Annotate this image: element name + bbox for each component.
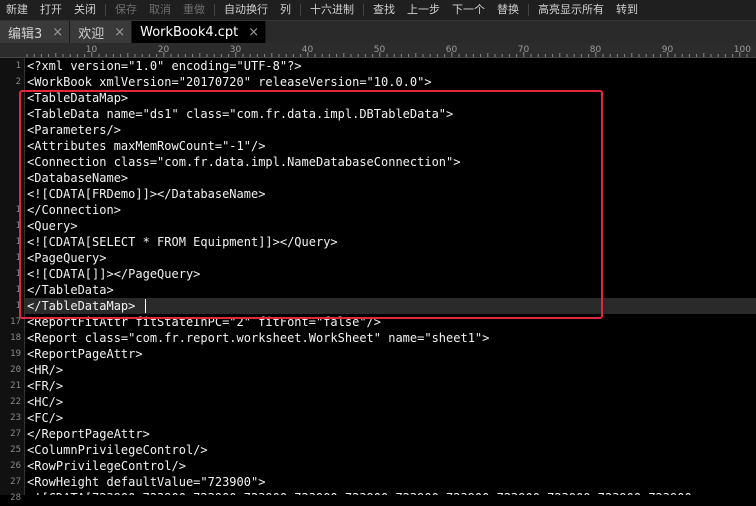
code-line[interactable]: <WorkBook xmlVersion="20170720" releaseV…	[27, 74, 432, 90]
toolbar-separator	[528, 4, 529, 16]
ruler-label: 20	[158, 45, 170, 55]
line-number: 22	[10, 397, 21, 407]
close-icon[interactable]: ×	[248, 25, 259, 40]
tab-label: WorkBook4.cpt	[140, 24, 239, 40]
toolbar-button-0[interactable]: 新建	[0, 0, 34, 20]
code-line[interactable]: </TableData>	[27, 282, 114, 298]
line-number: 27	[10, 429, 21, 439]
line-number: 17	[10, 317, 21, 327]
toolbar: 新建 打开 关闭 保存 取消 重做 自动换行列十六进制 查找 上一步 下一个 替换 高亮显示所有 转到	[0, 0, 756, 21]
toolbar-button-14[interactable]: 转到	[610, 0, 644, 20]
editor-tab-2[interactable]: WorkBook4.cpt ×	[132, 21, 267, 43]
ruler-label: 50	[374, 45, 386, 55]
code-line[interactable]: <TableDataMap>	[27, 90, 128, 106]
ruler-graphic: 10 20 30 40 50 60 70 80 90 100	[26, 45, 751, 57]
code-line[interactable]: <ReportFitAttr fitStateInPC="2" fitFont=…	[27, 314, 381, 330]
code-line[interactable]: <PageQuery>	[27, 250, 106, 266]
code-line[interactable]: </Connection>	[27, 202, 121, 218]
line-number: 21	[10, 381, 21, 391]
code-line[interactable]: <![CDATA[]]></PageQuery>	[27, 266, 200, 282]
code-line[interactable]: <RowHeight defaultValue="723900">	[27, 474, 265, 490]
code-line[interactable]: <HR/>	[27, 362, 63, 378]
toolbar-button-1[interactable]: 打开	[34, 0, 68, 20]
line-number: 1	[15, 221, 21, 231]
code-line[interactable]: <Attributes maxMemRowCount="-1"/>	[27, 138, 265, 154]
line-number-gutter: 1 2 1 1 1 1 1 1 1 17 18 19 20 21 22 23 27 25 26 27 28	[0, 58, 25, 503]
code-line[interactable]: <![CDATA[723900,723900,723900,723900,723…	[27, 490, 692, 495]
line-number: 1	[15, 237, 21, 247]
code-line[interactable]: <?xml version="1.0" encoding="UTF-8"?>	[27, 58, 302, 74]
code-line[interactable]: <DatabaseName>	[27, 170, 128, 186]
toolbar-button-10[interactable]: 上一步	[401, 0, 446, 20]
line-number: 1	[15, 285, 21, 295]
line-number: 25	[10, 445, 21, 455]
code-line[interactable]: <![CDATA[SELECT * FROM Equipment]]></Que…	[27, 234, 338, 250]
toolbar-separator	[363, 4, 364, 16]
toolbar-button-5[interactable]: 重做	[177, 0, 211, 20]
line-number: 20	[10, 365, 21, 375]
editor-tab-1[interactable]: 欢迎 ×	[70, 21, 133, 43]
toolbar-separator	[105, 4, 106, 16]
code-line[interactable]: <FR/>	[27, 378, 63, 394]
tab-label: 欢迎	[78, 26, 105, 42]
toolbar-button-3[interactable]: 保存	[109, 0, 143, 20]
line-number: 28	[10, 493, 21, 503]
line-number: 27	[10, 477, 21, 487]
line-number: 18	[10, 333, 21, 343]
toolbar-button-2[interactable]: 关闭	[68, 0, 102, 20]
toolbar-button-7[interactable]: 列	[274, 0, 297, 20]
toolbar-separator	[300, 4, 301, 16]
toolbar-separator	[214, 4, 215, 16]
toolbar-button-8[interactable]: 十六进制	[304, 0, 360, 20]
code-line[interactable]: <RowPrivilegeControl/>	[27, 458, 186, 474]
column-ruler: 10 20 30 40 50 60 70 80 90 100	[0, 43, 756, 58]
close-icon[interactable]: ×	[52, 25, 63, 40]
ruler-label: 10	[86, 45, 98, 55]
code-line[interactable]: <FC/>	[27, 410, 63, 426]
line-number: 1	[15, 269, 21, 279]
line-number: 1	[15, 301, 21, 311]
code-line[interactable]: <Connection class="com.fr.data.impl.Name…	[27, 154, 460, 170]
code-line[interactable]: </TableDataMap>	[27, 298, 135, 314]
tab-bar: 编辑3 × 欢迎 × WorkBook4.cpt ×	[0, 21, 756, 43]
code-line[interactable]: <HC/>	[27, 394, 63, 410]
code-line[interactable]: </ReportPageAttr>	[27, 426, 150, 442]
toolbar-button-12[interactable]: 替换	[491, 0, 525, 20]
ruler-label: 80	[590, 45, 602, 55]
code-editor[interactable]: <?xml version="1.0" encoding="UTF-8"?> <W…	[27, 58, 756, 495]
toolbar-button-6[interactable]: 自动换行	[218, 0, 274, 20]
ruler-label: 30	[230, 45, 242, 55]
tab-label: 编辑3	[8, 26, 43, 42]
toolbar-button-11[interactable]: 下一个	[446, 0, 491, 20]
line-number: 1	[15, 61, 21, 71]
toolbar-button-4[interactable]: 取消	[143, 0, 177, 20]
editor-tab-0[interactable]: 编辑3 ×	[0, 21, 71, 43]
text-caret	[145, 299, 146, 313]
ruler-label: 60	[446, 45, 458, 55]
code-line[interactable]: <![CDATA[FRDemo]]></DatabaseName>	[27, 186, 265, 202]
code-line[interactable]: <Parameters/>	[27, 122, 121, 138]
ruler-label: 40	[302, 45, 314, 55]
ruler-label: 70	[518, 45, 530, 55]
code-line[interactable]: <ColumnPrivilegeControl/>	[27, 442, 208, 458]
code-line[interactable]: <Query>	[27, 218, 78, 234]
line-number: 23	[10, 413, 21, 423]
code-line[interactable]: <ReportPageAttr>	[27, 346, 143, 362]
close-icon[interactable]: ×	[114, 25, 125, 40]
line-number: 26	[10, 461, 21, 471]
code-line[interactable]: <Report class="com.fr.report.worksheet.W…	[27, 330, 489, 346]
toolbar-button-9[interactable]: 查找	[367, 0, 401, 20]
line-number: 1	[15, 205, 21, 215]
code-line[interactable]: <TableData name="ds1" class="com.fr.data…	[27, 106, 453, 122]
line-number: 19	[10, 349, 21, 359]
line-number: 1	[15, 253, 21, 263]
line-number: 2	[15, 77, 21, 87]
ruler-label: 100	[734, 45, 751, 55]
ruler-label: 90	[662, 45, 674, 55]
toolbar-button-13[interactable]: 高亮显示所有	[532, 0, 610, 20]
